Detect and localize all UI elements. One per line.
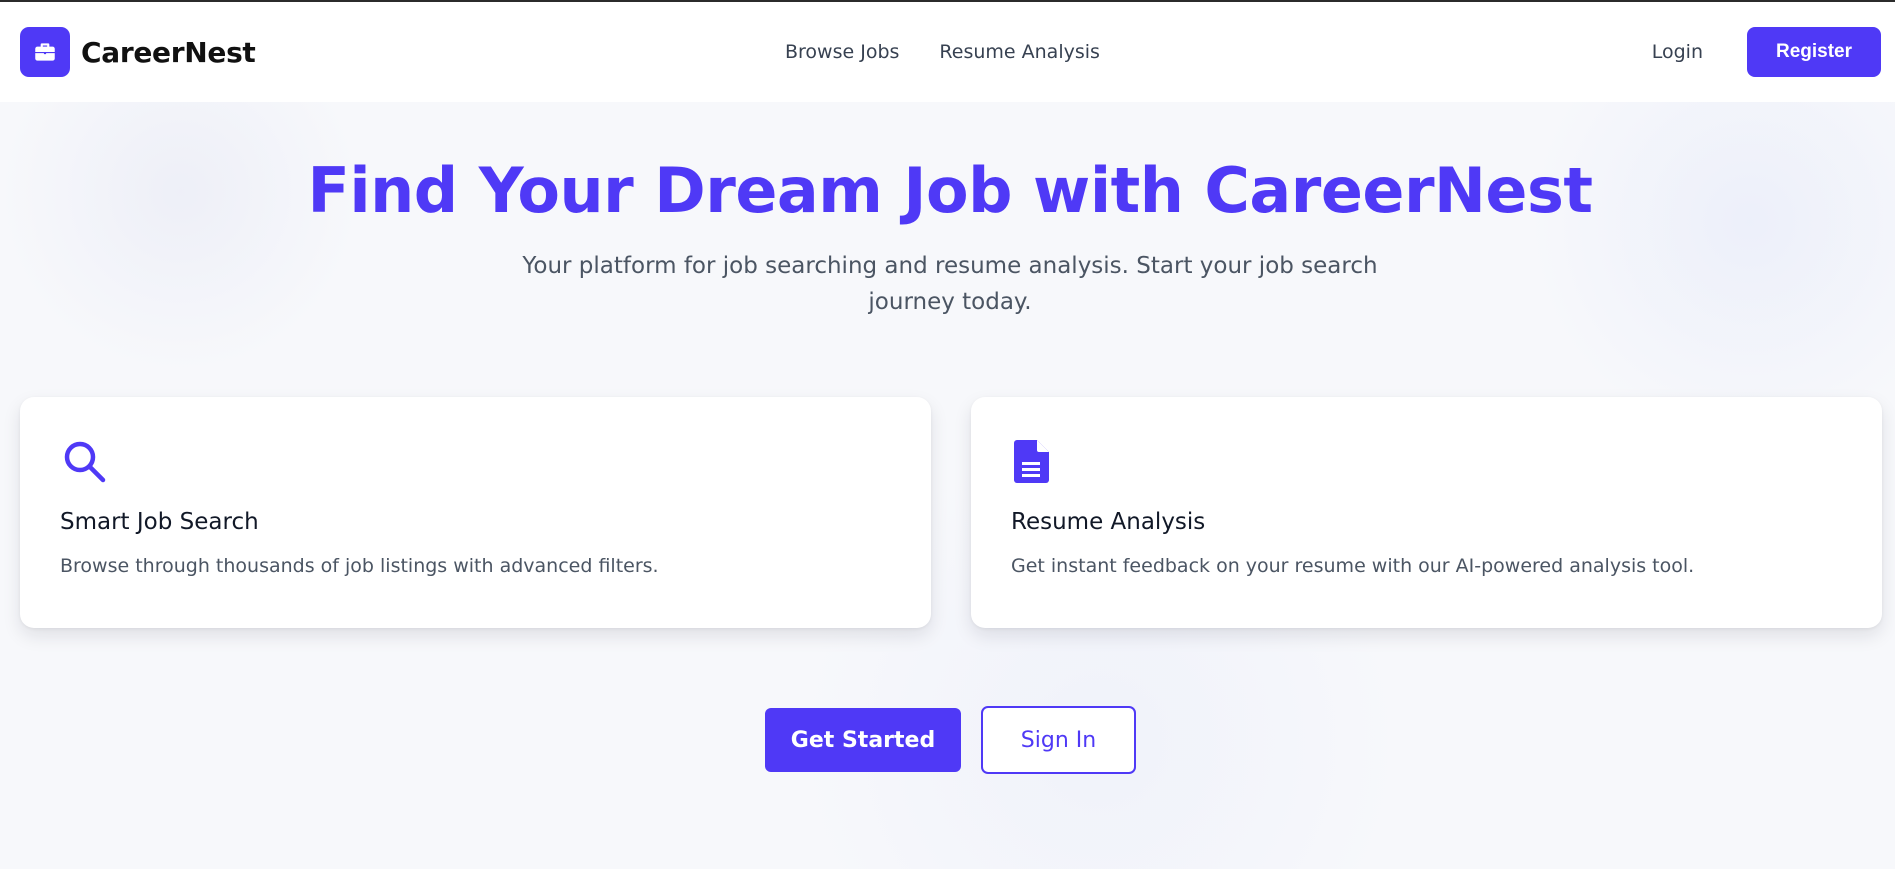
search-icon bbox=[64, 441, 106, 483]
hero-section: Find Your Dream Job with CareerNest Your… bbox=[0, 102, 1895, 869]
briefcase-icon bbox=[20, 27, 70, 77]
top-navbar: CareerNest Browse Jobs Resume Analysis L… bbox=[0, 2, 1895, 102]
get-started-button[interactable]: Get Started bbox=[765, 708, 961, 772]
hero-title: Find Your Dream Job with CareerNest bbox=[307, 154, 1593, 227]
auth-actions: Login Register bbox=[1652, 2, 1881, 102]
register-button[interactable]: Register bbox=[1747, 27, 1881, 77]
brand[interactable]: CareerNest bbox=[20, 27, 256, 77]
feature-card-resume-analysis: Resume Analysis Get instant feedback on … bbox=[971, 397, 1882, 628]
sign-in-button[interactable]: Sign In bbox=[981, 706, 1136, 774]
feature-description: Browse through thousands of job listings… bbox=[60, 555, 659, 577]
document-icon bbox=[1014, 440, 1049, 483]
feature-description: Get instant feedback on your resume with… bbox=[1011, 555, 1695, 577]
main-nav: Browse Jobs Resume Analysis bbox=[785, 2, 1100, 102]
hero-subtitle: Your platform for job searching and resu… bbox=[522, 253, 1378, 315]
feature-title: Resume Analysis bbox=[1011, 509, 1206, 535]
feature-card-smart-job-search: Smart Job Search Browse through thousand… bbox=[20, 397, 931, 628]
nav-browse-jobs-link[interactable]: Browse Jobs bbox=[785, 41, 899, 63]
brand-name: CareerNest bbox=[81, 35, 256, 69]
cta-buttons: Get Started Sign In bbox=[765, 706, 1136, 774]
feature-title: Smart Job Search bbox=[60, 509, 259, 535]
nav-resume-analysis-link[interactable]: Resume Analysis bbox=[939, 41, 1100, 63]
login-link[interactable]: Login bbox=[1652, 41, 1703, 63]
